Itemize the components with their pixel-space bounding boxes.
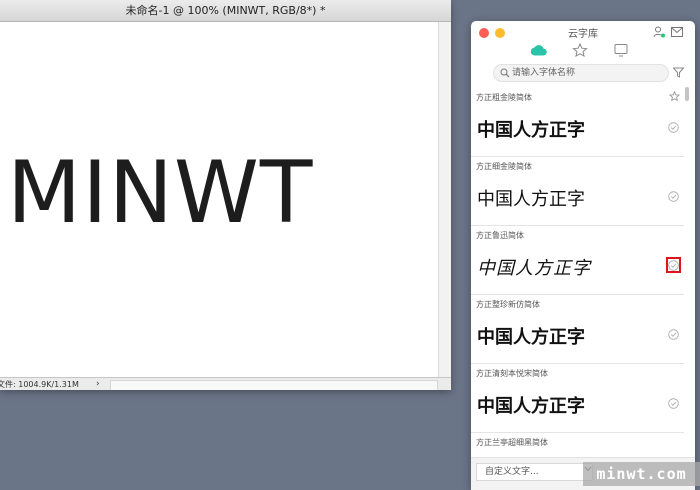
document-title: 未命名-1 @ 100% (MINWT, RGB/8*) *	[0, 0, 451, 22]
search-input[interactable]	[512, 66, 662, 80]
custom-text-input[interactable]	[485, 465, 585, 479]
font-name: 方正清刻本悦宋简体	[476, 369, 548, 378]
user-icon[interactable]	[653, 26, 665, 38]
check-circle-icon[interactable]	[668, 398, 679, 409]
check-circle-icon[interactable]	[668, 329, 679, 340]
mail-icon[interactable]	[671, 27, 683, 37]
font-name: 方正细金陵简体	[476, 162, 532, 171]
font-name: 方正兰亭超细黑简体	[476, 438, 548, 447]
font-list-item[interactable]: 方正兰亭超细黑简体	[471, 432, 684, 456]
search-icon	[500, 68, 510, 78]
filter-icon[interactable]	[673, 67, 684, 78]
status-menu-arrow[interactable]: ›	[96, 378, 100, 390]
font-list-item[interactable]: 方正粗金陵简体 中国人方正字	[471, 87, 684, 157]
cloud-icon[interactable]	[531, 43, 547, 57]
monitor-icon[interactable]	[613, 43, 629, 57]
font-name: 方正鲁迅简体	[476, 231, 524, 240]
horizontal-scrollbar[interactable]	[110, 380, 438, 390]
canvas-text-layer[interactable]: MINWT	[7, 150, 313, 236]
highlight-box	[666, 257, 681, 273]
check-circle-icon[interactable]	[668, 122, 679, 133]
font-list-item[interactable]: 方正鲁迅简体 中国人方正字	[471, 225, 684, 295]
font-sample: 中国人方正字	[477, 120, 585, 141]
custom-text-box[interactable]	[476, 463, 593, 481]
panel-scrollbar[interactable]	[685, 87, 689, 101]
font-name: 方正粗金陵简体	[476, 93, 532, 102]
document-window: 未命名-1 @ 100% (MINWT, RGB/8*) * MINWT 文件:…	[0, 0, 451, 390]
status-bar: 文件: 1004.9K/1.31M ›	[0, 377, 451, 390]
document-size-info: 文件: 1004.9K/1.31M	[0, 380, 79, 389]
font-list-item[interactable]: 方正细金陵简体 中国人方正字	[471, 156, 684, 226]
font-list-item[interactable]: 方正整珍新仿简体 中国人方正字	[471, 294, 684, 364]
star-icon[interactable]	[572, 43, 588, 57]
font-name: 方正整珍新仿简体	[476, 300, 540, 309]
font-sample: 中国人方正字	[477, 258, 591, 279]
font-list-item[interactable]: 方正清刻本悦宋简体 中国人方正字	[471, 363, 684, 433]
favorite-star-icon[interactable]	[669, 91, 680, 102]
check-circle-icon[interactable]	[668, 191, 679, 202]
font-cloud-panel: 云字库 方正粗金陵简体 中国人方正字	[471, 21, 695, 490]
document-canvas[interactable]: MINWT	[0, 22, 438, 378]
watermark: minwt.com	[583, 462, 700, 486]
search-box[interactable]	[493, 64, 669, 82]
vertical-scrollbar[interactable]	[438, 22, 451, 378]
font-sample: 中国人方正字	[477, 189, 585, 210]
font-sample: 中国人方正字	[477, 327, 585, 348]
font-sample: 中国人方正字	[477, 396, 585, 417]
